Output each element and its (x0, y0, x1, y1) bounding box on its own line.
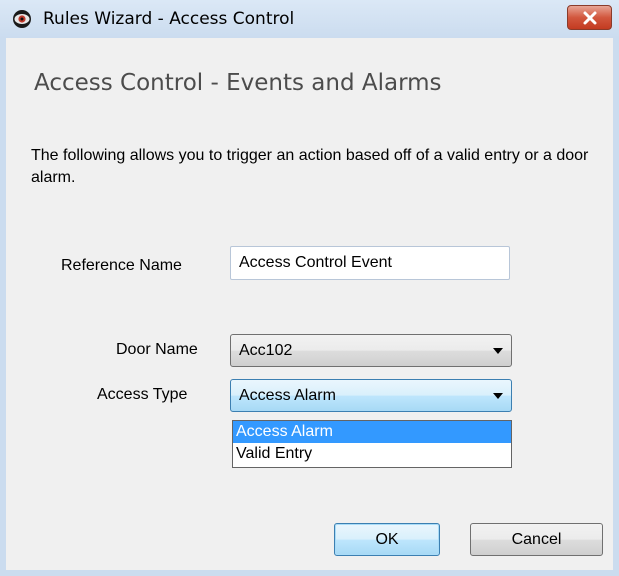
dialog-body: Access Control - Events and Alarms The f… (6, 38, 613, 570)
window-title: Rules Wizard - Access Control (43, 9, 295, 29)
ok-button[interactable]: OK (334, 523, 440, 556)
chevron-down-icon (493, 348, 503, 354)
dropdown-option-valid-entry[interactable]: Valid Entry (233, 443, 511, 465)
door-name-value: Acc102 (239, 342, 293, 359)
eye-icon (13, 10, 31, 28)
reference-name-label: Reference Name (61, 257, 182, 274)
access-type-dropdown-list: Access Alarm Valid Entry (232, 420, 512, 468)
page-heading: Access Control - Events and Alarms (34, 70, 442, 96)
dropdown-option-access-alarm[interactable]: Access Alarm (233, 421, 511, 443)
title-bar[interactable]: Rules Wizard - Access Control (0, 0, 619, 38)
page-description: The following allows you to trigger an a… (31, 147, 589, 186)
close-button[interactable] (567, 5, 612, 30)
reference-name-input[interactable]: Access Control Event (230, 246, 510, 280)
door-name-label: Door Name (116, 341, 198, 358)
door-name-select[interactable]: Acc102 (230, 334, 512, 367)
access-type-label: Access Type (97, 386, 188, 403)
cancel-button[interactable]: Cancel (470, 523, 603, 556)
chevron-down-icon (493, 393, 503, 399)
rules-wizard-window: Rules Wizard - Access Control Access Con… (0, 0, 619, 576)
access-type-select[interactable]: Access Alarm (230, 379, 512, 412)
close-icon (583, 11, 597, 25)
access-type-value: Access Alarm (239, 387, 336, 404)
